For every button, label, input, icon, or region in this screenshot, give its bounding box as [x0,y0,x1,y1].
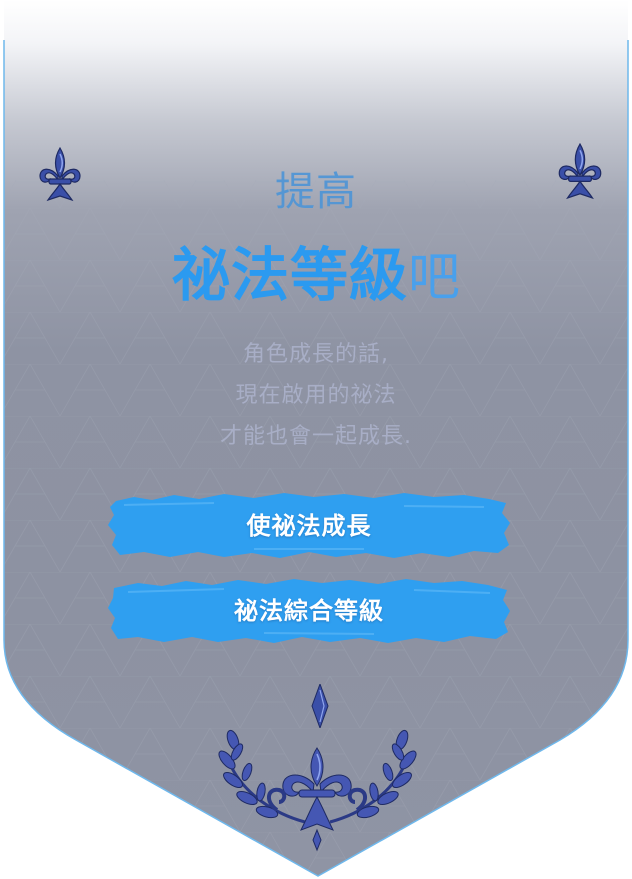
laurel-fleur-crest-icon [218,729,417,852]
grow-mystic-label: 使祕法成長 [246,512,372,540]
title-line-1: 提高 [275,169,357,215]
total-mystic-level-label: 祕法綜合等級 [234,597,384,625]
title-line-2: 祕法等級吧 [0,240,632,325]
banner-page: 提高 祕法等級吧 角色成長的話, 現在啟用的祕法 才能也會一起成長. 使祕法成長… [0,0,632,879]
title-highlight: 祕法等級 [171,241,408,309]
title-suffix: 吧 [408,248,461,308]
description-line-3: 才能也會一起成長. [220,424,412,449]
total-mystic-level-button[interactable]: 祕法綜合等級 [104,576,514,646]
description-line-2: 現在啟用的祕法 [235,383,397,408]
grow-mystic-button[interactable]: 使祕法成長 [104,491,514,561]
description-line-1: 角色成長的話, [243,342,389,367]
